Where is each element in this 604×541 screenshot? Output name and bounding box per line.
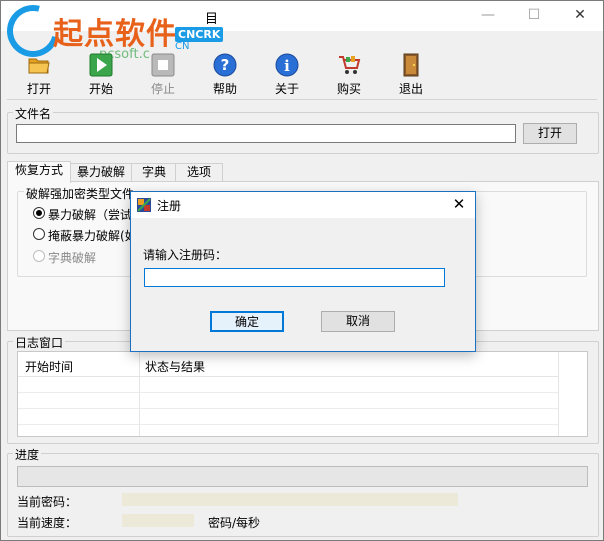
stop-toolbar-button[interactable]: 停止 xyxy=(139,51,187,97)
toolbar-divider xyxy=(7,99,597,100)
log-column-divider xyxy=(558,352,559,436)
register-dialog-title-bar: 注册 ✕ xyxy=(131,192,475,218)
buy-toolbar-button[interactable]: 购买 xyxy=(325,51,373,97)
exit-door-icon xyxy=(403,53,419,77)
log-group-label: 日志窗口 xyxy=(13,334,66,351)
recovery-group-label: 破解强加密类型文件 xyxy=(24,185,137,202)
brute-force-radio[interactable] xyxy=(33,207,45,219)
play-icon xyxy=(89,53,113,77)
svg-text:i: i xyxy=(284,57,290,75)
filename-open-button[interactable]: 打开 xyxy=(523,123,577,144)
dictionary-radio-label: 字典破解 xyxy=(48,251,97,265)
filename-group-label: 文件名 xyxy=(13,105,54,122)
register-code-input[interactable] xyxy=(144,268,445,287)
help-icon: ? xyxy=(213,53,237,77)
main-window: 目 — ☐ ✕ 起点软件 CNCRK CN pcsoft.c 打开 开始 停止 … xyxy=(0,0,604,541)
log-row-line xyxy=(18,408,558,409)
current-password-label: 当前密码： xyxy=(17,495,78,509)
tab-dictionary[interactable]: 字典 xyxy=(131,163,177,182)
exit-toolbar-label: 退出 xyxy=(398,82,423,96)
register-ok-button[interactable]: 确定 xyxy=(210,311,284,332)
help-toolbar-label: 帮助 xyxy=(212,82,237,96)
about-toolbar-label: 关于 xyxy=(274,82,299,96)
current-password-value xyxy=(122,493,458,506)
register-cancel-button[interactable]: 取消 xyxy=(321,311,395,332)
mask-attack-radio[interactable] xyxy=(33,228,45,240)
log-table-header xyxy=(18,352,558,377)
register-dialog: 注册 ✕ 请输入注册码： 确定 取消 xyxy=(130,191,476,352)
tab-brute-force[interactable]: 暴力破解 xyxy=(69,163,133,182)
log-row-line xyxy=(18,424,558,425)
folder-open-icon xyxy=(28,58,50,74)
open-toolbar-label: 打开 xyxy=(26,82,51,96)
progress-bar xyxy=(17,466,588,487)
filename-input[interactable] xyxy=(16,124,516,143)
buy-toolbar-label: 购买 xyxy=(336,82,361,96)
current-speed-label: 当前速度： xyxy=(17,516,78,530)
maximize-button[interactable]: ☐ xyxy=(511,1,557,31)
start-toolbar-label: 开始 xyxy=(88,82,113,96)
log-column-start-time[interactable]: 开始时间 xyxy=(25,358,73,375)
tab-recovery-method[interactable]: 恢复方式 xyxy=(7,161,71,183)
minimize-button[interactable]: — xyxy=(465,1,511,31)
open-toolbar-button[interactable]: 打开 xyxy=(15,51,63,97)
shopping-cart-icon xyxy=(339,56,361,74)
stop-icon xyxy=(151,53,175,77)
info-icon: i xyxy=(275,53,299,77)
help-toolbar-button[interactable]: ? 帮助 xyxy=(201,51,249,97)
current-speed-value xyxy=(122,514,194,527)
about-toolbar-button[interactable]: i 关于 xyxy=(263,51,311,97)
close-button[interactable]: ✕ xyxy=(557,1,603,31)
start-toolbar-button[interactable]: 开始 xyxy=(77,51,125,97)
log-row-line xyxy=(18,392,558,393)
log-table[interactable]: 开始时间 状态与结果 xyxy=(17,351,588,437)
log-column-status[interactable]: 状态与结果 xyxy=(145,358,205,375)
svg-text:?: ? xyxy=(221,56,230,74)
speed-unit-label: 密码/每秒 xyxy=(208,516,261,530)
brute-force-radio-label: 暴力破解（尝试 xyxy=(48,208,133,222)
logo-badge: CNCRK xyxy=(175,27,224,42)
register-prompt-label: 请输入注册码： xyxy=(143,248,228,262)
app-icon xyxy=(137,198,151,212)
tab-options[interactable]: 选项 xyxy=(175,163,223,182)
register-dialog-close-button[interactable]: ✕ xyxy=(443,192,475,218)
mask-attack-radio-label: 掩蔽暴力破解(如 xyxy=(48,229,137,243)
register-dialog-title: 注册 xyxy=(157,199,182,213)
progress-group-label: 进度 xyxy=(13,446,42,463)
dictionary-radio[interactable] xyxy=(33,250,45,262)
exit-toolbar-button[interactable]: 退出 xyxy=(387,51,435,97)
stop-toolbar-label: 停止 xyxy=(150,82,175,96)
